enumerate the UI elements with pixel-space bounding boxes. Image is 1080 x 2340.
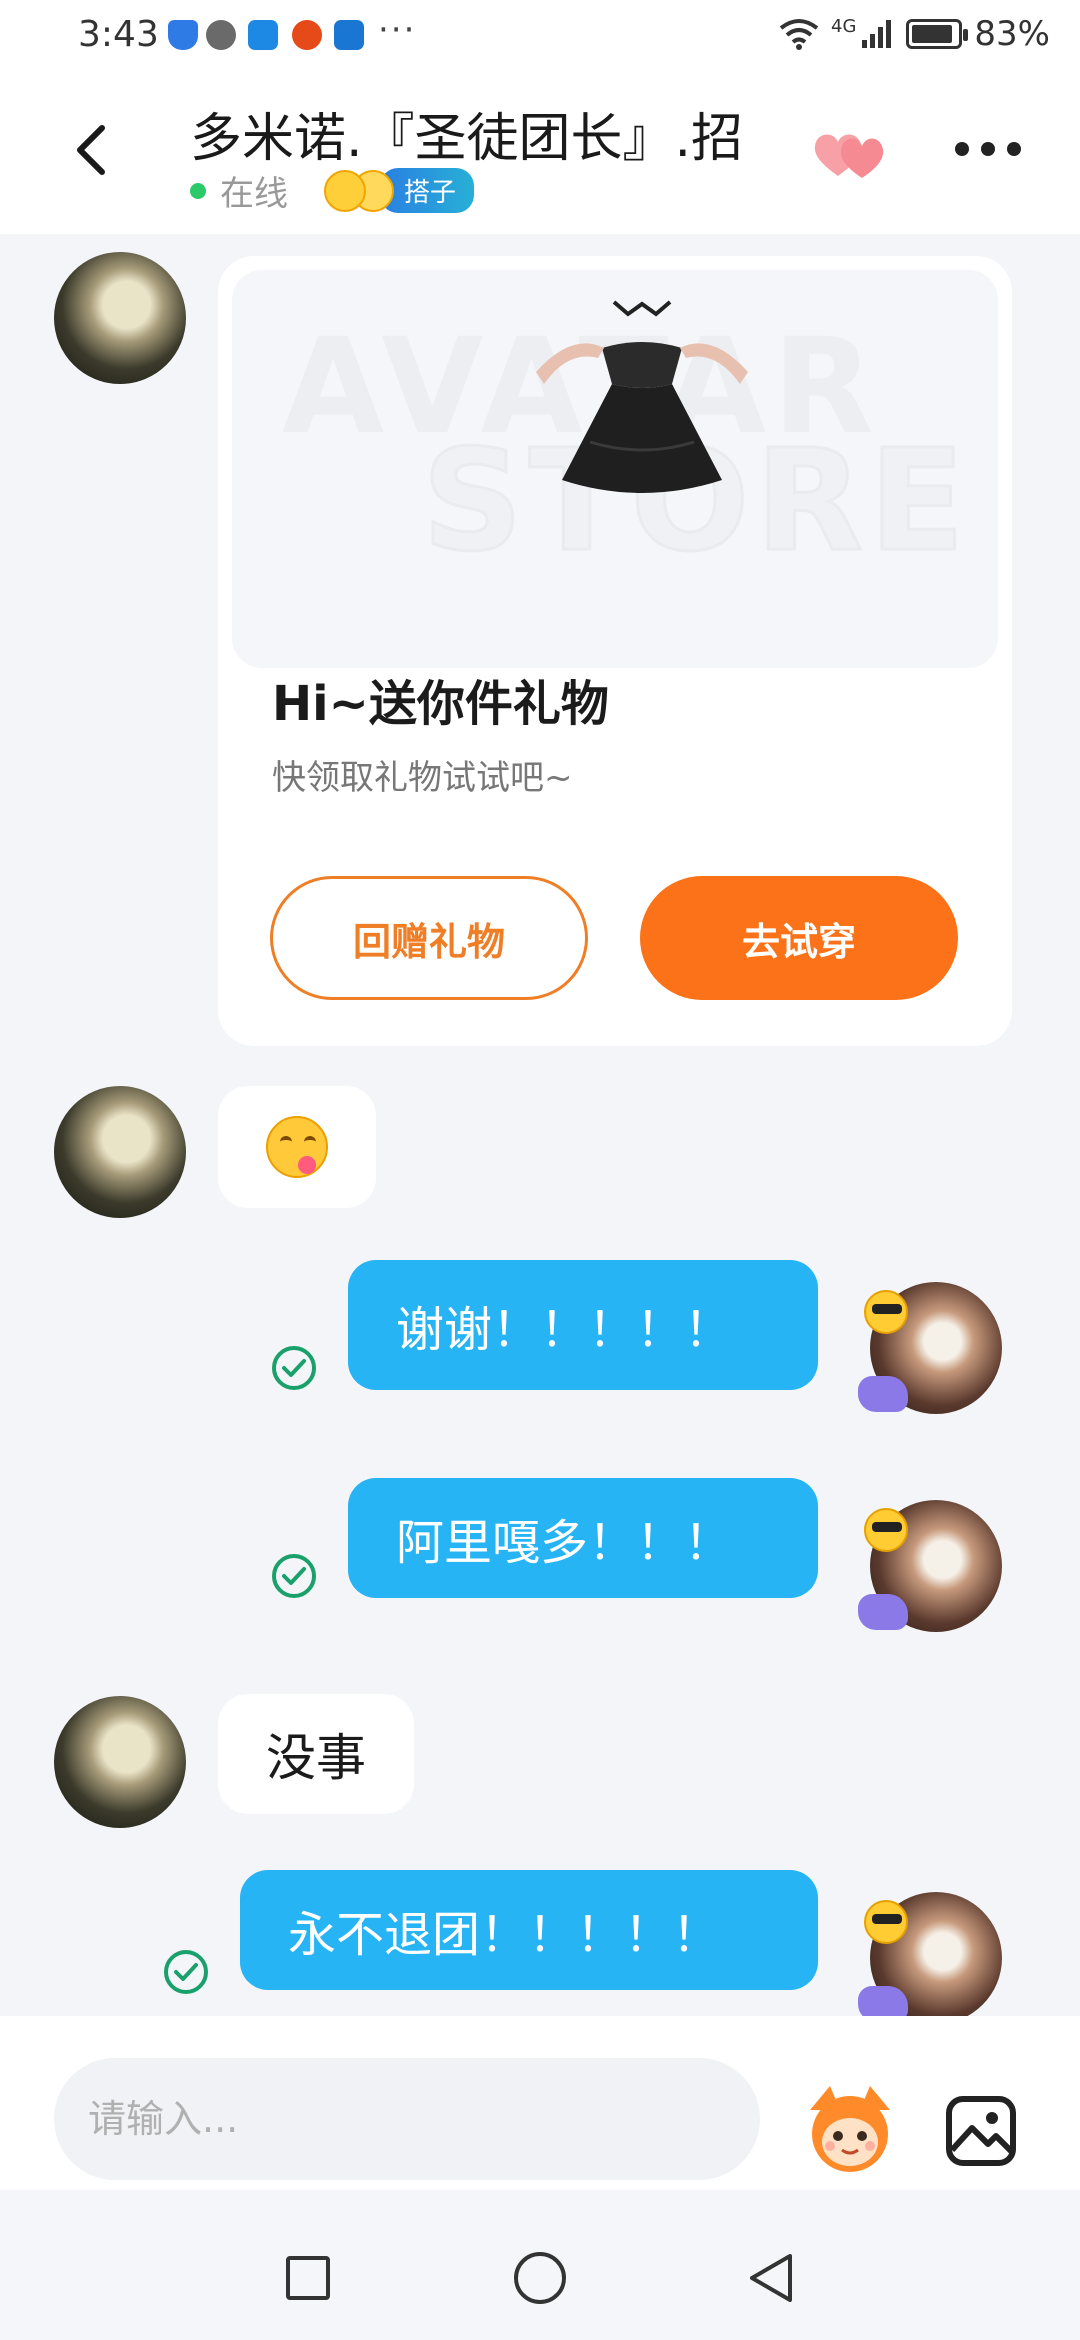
message-bubble-outgoing[interactable]: 阿里嘎多！！！ (348, 1478, 818, 1598)
toy-decoration-icon (858, 1376, 908, 1412)
recent-apps-button[interactable] (286, 2256, 330, 2300)
image-picker-icon[interactable] (944, 2094, 1018, 2168)
try-on-button[interactable]: 去试穿 (640, 876, 958, 1000)
contact-avatar[interactable] (54, 1086, 186, 1218)
mascot-sticker-icon[interactable] (800, 2080, 900, 2176)
sunglasses-emoji-icon (864, 1508, 908, 1552)
message-bubble-outgoing[interactable]: 谢谢！！！！！ (348, 1260, 818, 1390)
my-avatar[interactable] (858, 1892, 1002, 2016)
sunglasses-emoji-icon (864, 1290, 908, 1334)
return-gift-button[interactable]: 回赠礼物 (270, 876, 588, 1000)
toy-decoration-icon (858, 1986, 908, 2016)
read-check-icon (272, 1554, 316, 1598)
read-check-icon (164, 1950, 208, 1994)
gift-title: Hi~送你件礼物 (272, 676, 609, 732)
status-time: 3:43 (78, 14, 159, 55)
online-status-row: 在线 搭子 (190, 166, 475, 215)
network-type-label: 4G (831, 15, 857, 37)
hearts-icon[interactable] (808, 124, 892, 184)
cell-signal-icon (862, 20, 892, 48)
sunglasses-emoji-icon (864, 1900, 908, 1944)
battery-icon (906, 19, 969, 49)
partner-tag: 搭子 (380, 168, 475, 213)
message-input[interactable] (54, 2058, 760, 2180)
battery-percent: 83% (974, 14, 1050, 54)
system-nav-bar (0, 2190, 1080, 2340)
gift-preview-image[interactable]: AVATAR STORE (232, 270, 998, 668)
more-notifications-icon: ··· (378, 10, 417, 50)
yum-emoji-icon (266, 1116, 328, 1178)
message-bubble-incoming[interactable]: 没事 (218, 1694, 414, 1814)
my-avatar[interactable] (858, 1282, 1002, 1414)
contact-avatar[interactable] (54, 252, 186, 384)
weibo-icon (292, 20, 322, 50)
wifi-icon (779, 19, 819, 50)
message-bubble-outgoing[interactable]: 永不退团！！！！！ (240, 1870, 818, 1990)
cool-face-icon (324, 169, 366, 212)
back-arrow-icon[interactable] (66, 122, 122, 178)
home-button[interactable] (514, 2252, 566, 2304)
message-input-bar (0, 2016, 1080, 2190)
online-status-text: 在线 (220, 174, 288, 214)
app-store-icon (334, 20, 364, 50)
chat-header: 多米诺.『圣徒团长』.招 在线 搭子 (0, 72, 1080, 234)
online-dot-icon (190, 182, 206, 199)
gift-card[interactable]: AVATAR STORE Hi~送你件礼物 快领取礼物试试吧~ 回赠礼物 去试穿 (218, 256, 1012, 1046)
wechat-icon (206, 20, 236, 50)
relationship-badge[interactable]: 搭子 (324, 168, 475, 213)
read-check-icon (272, 1346, 316, 1390)
contact-avatar[interactable] (54, 1696, 186, 1828)
message-bubble-incoming[interactable] (218, 1086, 376, 1208)
my-avatar[interactable] (858, 1500, 1002, 1632)
gift-subtitle: 快领取礼物试试吧~ (272, 758, 573, 798)
black-dress-image (536, 300, 748, 493)
weather-app-icon (248, 20, 278, 50)
toy-decoration-icon (858, 1594, 908, 1630)
shield-icon (168, 20, 198, 50)
status-bar: 3:43 ··· 4G 83% (0, 0, 1080, 72)
back-nav-button[interactable] (744, 2250, 798, 2306)
contact-name: 多米诺.『圣徒团长』.招 (190, 109, 744, 169)
more-options-icon[interactable] (952, 134, 1024, 164)
chat-message-list[interactable]: AVATAR STORE Hi~送你件礼物 快领取礼物试试吧~ 回赠礼物 去试穿… (0, 234, 1080, 2016)
